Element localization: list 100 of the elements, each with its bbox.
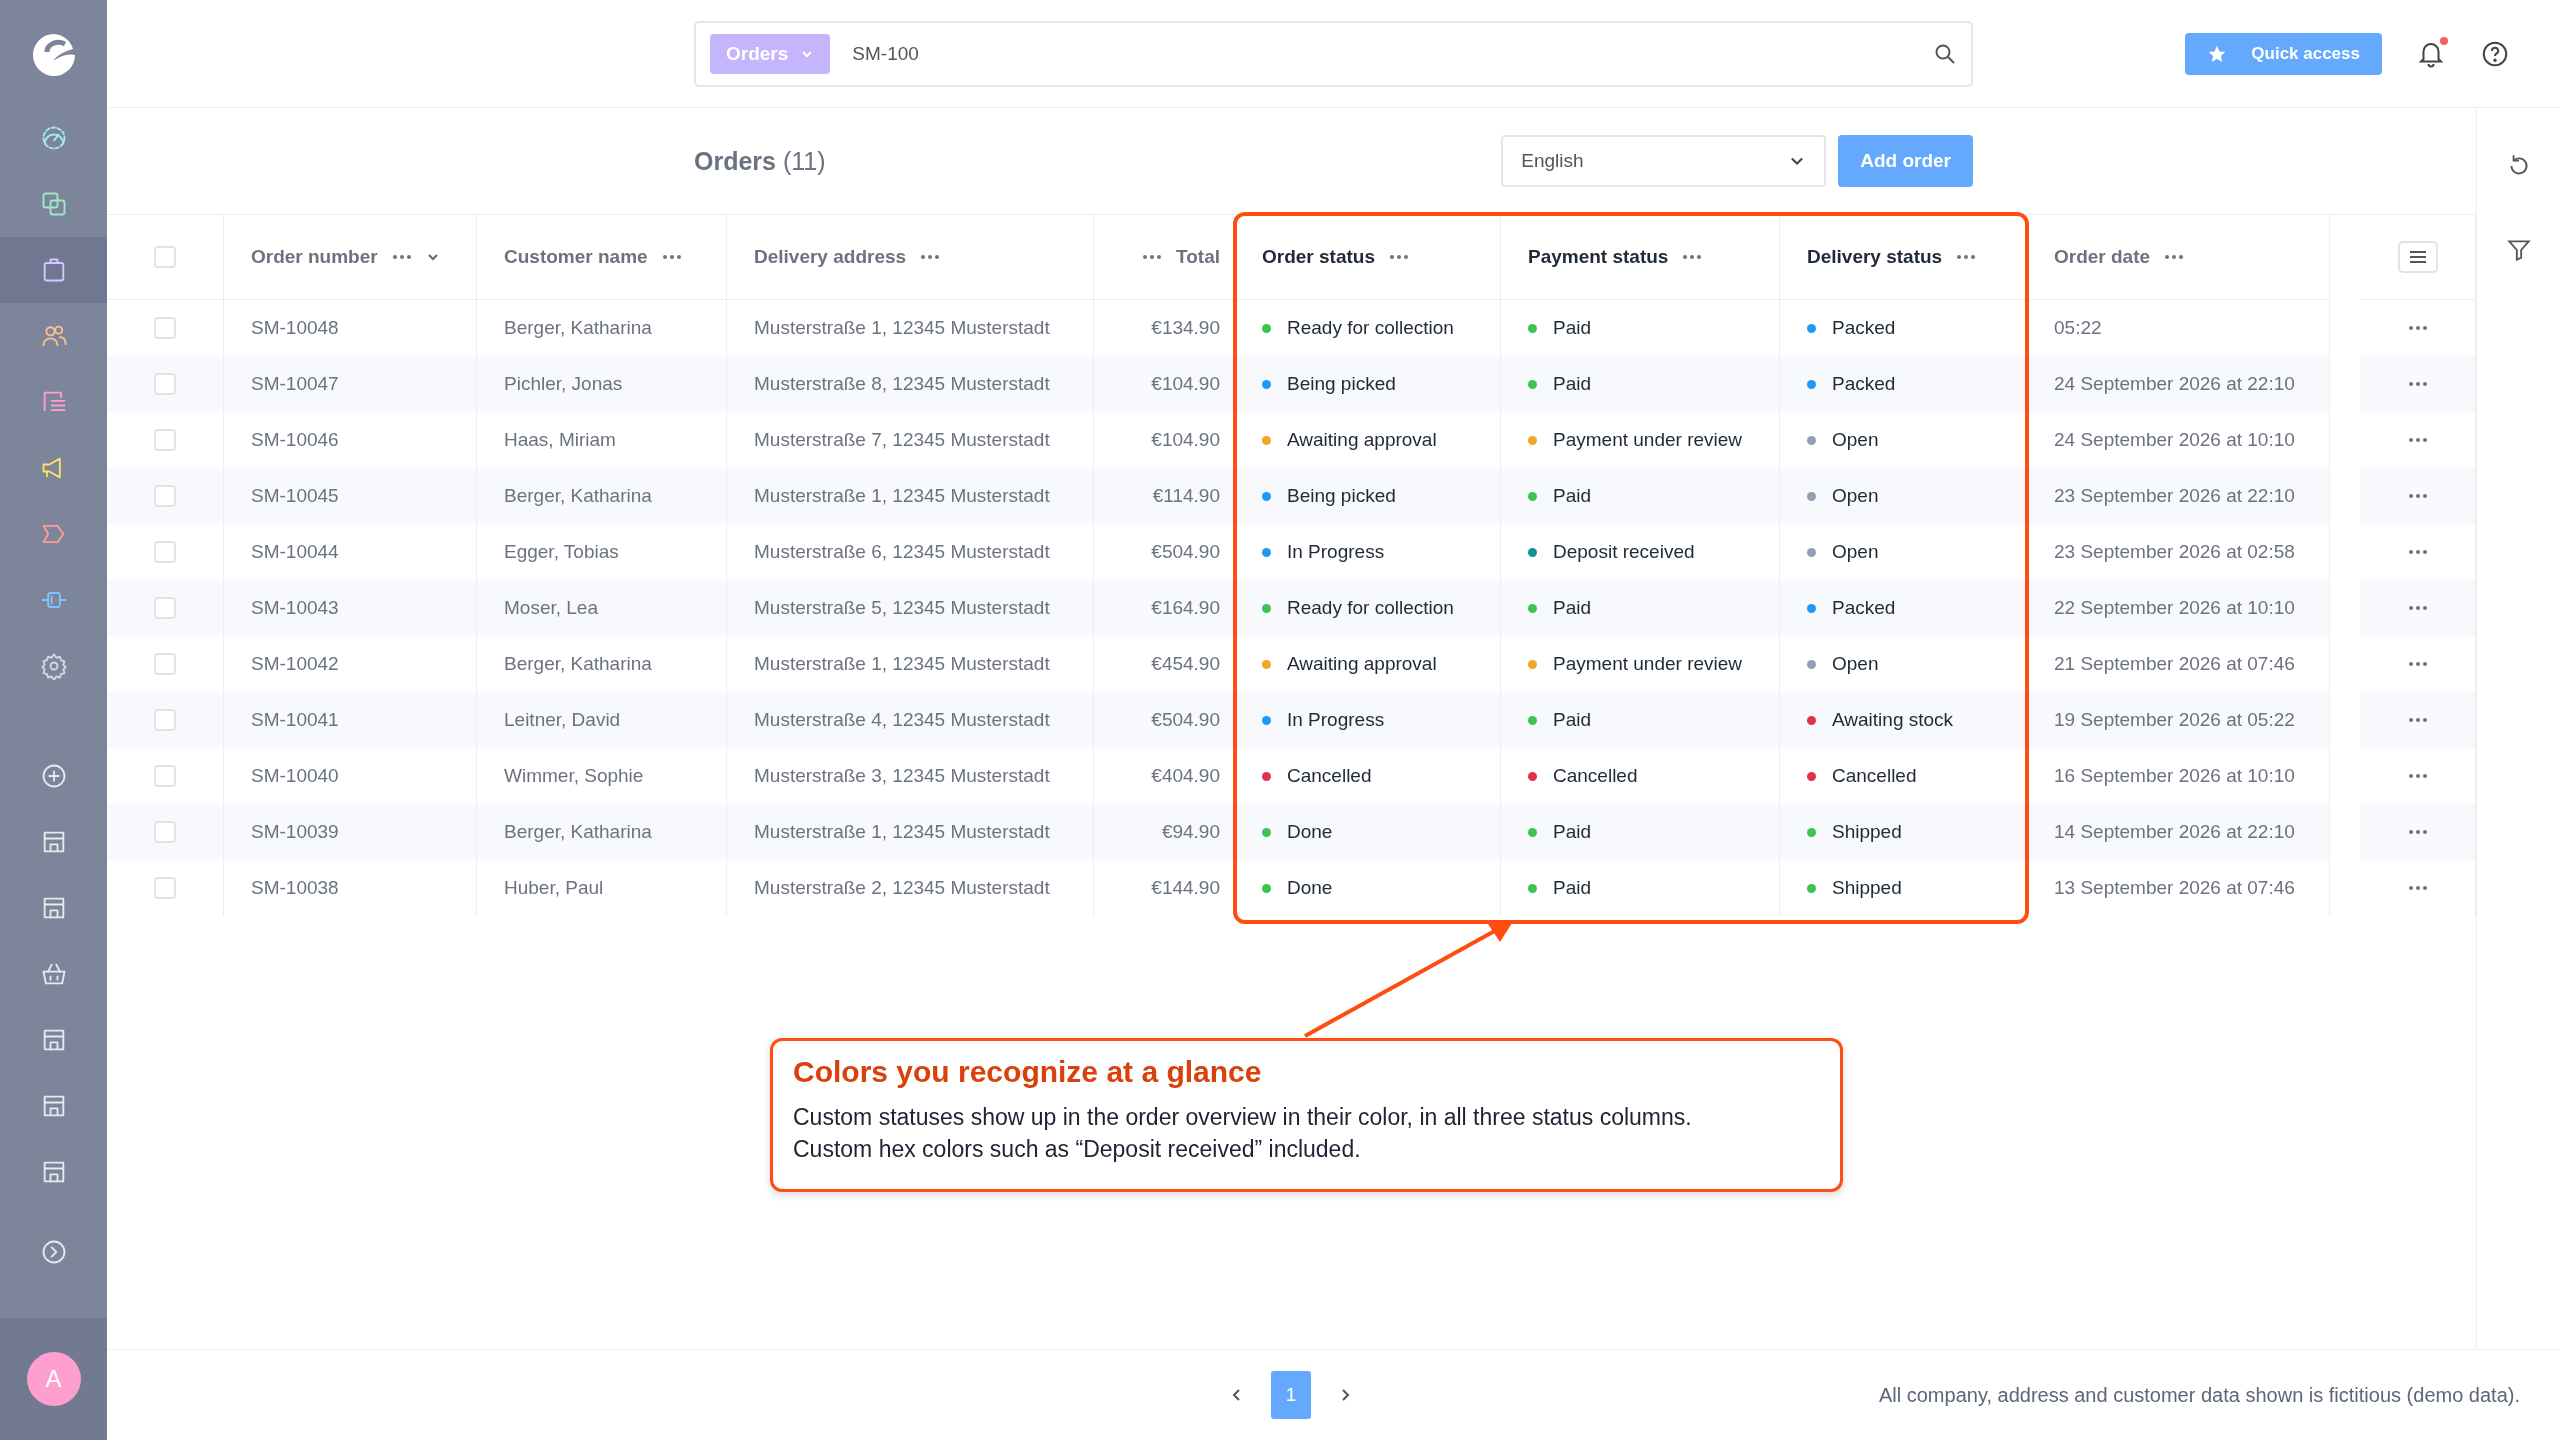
filter-icon[interactable] (2505, 237, 2532, 263)
table-cell: 23 September 2026 at 02:58 (2054, 541, 2295, 563)
table-cell: Done (1287, 821, 1333, 843)
table-cell: Shipped (1832, 877, 1902, 899)
table-cell: SM-10047 (251, 373, 339, 395)
table-cell: Packed (1832, 597, 1896, 619)
checkbox[interactable] (154, 877, 176, 899)
more-icon[interactable] (2407, 885, 2428, 891)
disclaimer-text: All company, address and customer data shown is fictitious (demo data). (1878, 1383, 2521, 1407)
more-icon[interactable] (2407, 773, 2428, 779)
table-cell: Payment under review (1553, 429, 1743, 451)
page-button[interactable]: 1 (1271, 1371, 1311, 1419)
more-icon[interactable] (1956, 254, 1977, 260)
checkbox[interactable] (154, 246, 176, 268)
quick-access-button[interactable]: Quick access (2185, 32, 2382, 75)
more-icon[interactable] (2164, 254, 2185, 260)
column-header[interactable]: Order date (2027, 215, 2330, 300)
table-cell: Pichler, Jonas (504, 373, 623, 395)
logo-icon[interactable] (30, 32, 77, 78)
column-settings-button[interactable] (2397, 241, 2438, 273)
checkbox[interactable] (154, 765, 176, 787)
table-cell: €164.90 (1151, 597, 1220, 619)
table-cell: Musterstraße 8, 12345 Musterstadt (754, 373, 1050, 395)
column-header[interactable]: Payment status (1501, 215, 1780, 300)
more-icon[interactable] (920, 254, 941, 260)
more-icon[interactable] (2407, 381, 2428, 387)
checkbox[interactable] (154, 541, 176, 563)
more-icon[interactable] (2407, 661, 2428, 667)
table-cell: Ready for collection (1287, 317, 1454, 339)
column-header[interactable]: Order number (224, 215, 477, 300)
table-cell: €104.90 (1151, 429, 1220, 451)
more-icon[interactable] (2407, 437, 2428, 443)
table-cell: Paid (1553, 597, 1592, 619)
column-header[interactable]: Total (1094, 215, 1235, 300)
table-cell: Paid (1553, 485, 1592, 507)
table-cell: €144.90 (1151, 877, 1220, 899)
table-cell: SM-10045 (251, 485, 339, 507)
language-dropdown[interactable]: English (1501, 135, 1827, 187)
more-icon[interactable] (2407, 605, 2428, 611)
table-cell: In Progress (1287, 541, 1385, 563)
page-title: Orders (11) (694, 146, 826, 176)
table-cell: Payment under review (1553, 653, 1743, 675)
checkbox[interactable] (154, 821, 176, 843)
column-header[interactable]: Delivery status (1780, 215, 2027, 300)
table-cell: Leitner, David (504, 709, 621, 731)
more-icon[interactable] (2407, 829, 2428, 835)
checkbox[interactable] (154, 373, 176, 395)
table-cell: €134.90 (1151, 317, 1220, 339)
table-cell: Haas, Miriam (504, 429, 616, 451)
table-cell: Huber, Paul (504, 877, 604, 899)
column-header[interactable]: Order status (1235, 215, 1501, 300)
table-cell: Moser, Lea (504, 597, 598, 619)
table-cell: Awaiting stock (1832, 709, 1954, 731)
more-icon[interactable] (1389, 254, 1409, 260)
table-cell: Musterstraße 3, 12345 Musterstadt (754, 765, 1050, 787)
checkbox[interactable] (154, 709, 176, 731)
table-cell: 05:22 (2054, 317, 2102, 339)
settings-icon[interactable] (39, 652, 68, 680)
add-order-button[interactable]: Add order (1838, 135, 1973, 187)
table-cell: Musterstraße 5, 12345 Musterstadt (754, 597, 1050, 619)
checkbox[interactable] (154, 485, 176, 507)
table-cell: SM-10042 (251, 653, 339, 675)
table-cell: SM-10048 (251, 317, 339, 339)
more-icon[interactable] (2407, 717, 2428, 723)
more-icon[interactable] (1142, 254, 1162, 260)
menu-icon (2407, 249, 2428, 265)
table-cell: Wimmer, Sophie (504, 765, 644, 787)
search-field[interactable]: Orders SM-100 (694, 20, 1973, 87)
table-cell: 22 September 2026 at 10:10 (2054, 597, 2295, 619)
more-icon[interactable] (2407, 493, 2428, 499)
table-cell: Packed (1832, 373, 1896, 395)
table-cell: 19 September 2026 at 05:22 (2054, 709, 2295, 731)
table-cell: Done (1287, 877, 1333, 899)
more-icon[interactable] (1682, 254, 1703, 260)
table-cell: €454.90 (1151, 653, 1220, 675)
nav-item[interactable] (0, 237, 107, 303)
table-cell: Paid (1553, 373, 1592, 395)
more-icon[interactable] (661, 254, 682, 260)
column-header[interactable]: Customer name (477, 215, 727, 300)
table-cell: Berger, Katharina (504, 317, 652, 339)
table-cell: 21 September 2026 at 07:46 (2054, 653, 2295, 675)
more-icon[interactable] (391, 254, 412, 260)
table-cell: Awaiting approval (1287, 653, 1437, 675)
checkbox[interactable] (154, 597, 176, 619)
column-header[interactable]: Delivery address (727, 215, 1094, 300)
more-icon[interactable] (2407, 549, 2428, 555)
table-cell: 16 September 2026 at 10:10 (2054, 765, 2295, 787)
checkbox[interactable] (154, 429, 176, 451)
checkbox[interactable] (154, 317, 176, 339)
table-cell: Being picked (1287, 373, 1396, 395)
table-cell: Musterstraße 1, 12345 Musterstadt (754, 317, 1050, 339)
table-cell: SM-10044 (251, 541, 339, 563)
table-cell: Open (1832, 541, 1879, 563)
checkbox[interactable] (154, 653, 176, 675)
table-cell: In Progress (1287, 709, 1385, 731)
table-cell: Musterstraße 1, 12345 Musterstadt (754, 821, 1050, 843)
table-cell: 24 September 2026 at 10:10 (2054, 429, 2295, 451)
table-cell: Egger, Tobias (504, 541, 619, 563)
more-icon[interactable] (2407, 325, 2428, 331)
table-cell: Cancelled (1832, 765, 1917, 787)
